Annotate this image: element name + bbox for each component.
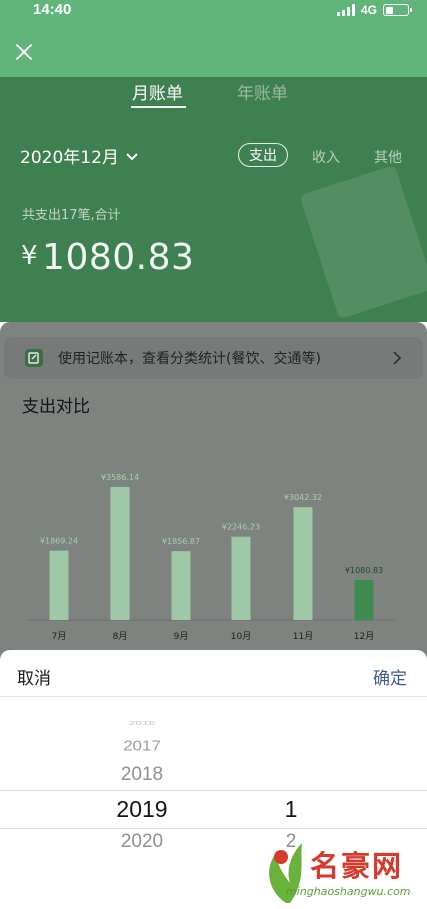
selection-indicator bbox=[0, 790, 427, 829]
battery-level bbox=[385, 6, 393, 14]
section-title: 支出对比 bbox=[22, 397, 90, 417]
tab-monthly-bill[interactable]: 月账单 bbox=[132, 79, 183, 104]
category-label: 8月 bbox=[113, 631, 128, 642]
expense-count-text: 共支出17笔,合计 bbox=[22, 208, 121, 223]
app-header bbox=[0, 20, 427, 77]
signal-icon bbox=[336, 4, 355, 16]
category-label: 7月 bbox=[52, 631, 67, 642]
status-indicators: 4G bbox=[336, 2, 412, 18]
network-label: 4G bbox=[360, 3, 377, 17]
category-label: 10月 bbox=[231, 631, 251, 642]
bar-value-label: ¥2246.23 bbox=[222, 523, 260, 532]
year-option[interactable]: 2017 bbox=[92, 738, 192, 755]
chevron-right-icon bbox=[393, 351, 402, 365]
total-amount: ¥1080.83 bbox=[21, 237, 194, 278]
bar-value-label: ¥3586.14 bbox=[101, 473, 139, 482]
status-time: 14:40 bbox=[33, 1, 72, 18]
notebook-banner[interactable]: 使用记账本，查看分类统计(餐饮、交通等) bbox=[4, 337, 423, 379]
year-option[interactable]: 2018 bbox=[92, 764, 192, 786]
category-label: 11月 bbox=[293, 631, 313, 642]
battery-icon bbox=[383, 4, 412, 16]
month-selector[interactable]: 2020年12月 bbox=[20, 143, 139, 168]
watermark-url: minghaoshangwu.com bbox=[286, 885, 411, 898]
total-value: 1080.83 bbox=[42, 237, 195, 278]
expense-comparison-chart: ¥1869.24 7月 ¥3586.14 8月 ¥1856.87 9月 ¥2246.23 10… bbox=[0, 452, 427, 652]
bar-8月[interactable] bbox=[110, 487, 130, 620]
watermark-text: 名豪网 bbox=[310, 849, 404, 883]
picker-toolbar: 取消 确定 bbox=[0, 650, 427, 697]
active-tab-indicator bbox=[131, 106, 186, 108]
bar-9月[interactable] bbox=[171, 551, 191, 620]
year-option[interactable]: 2016 bbox=[92, 720, 192, 726]
bar-12月[interactable] bbox=[354, 579, 374, 620]
status-bar: 14:40 4G bbox=[0, 0, 427, 20]
category-label: 9月 bbox=[174, 631, 189, 642]
chart-canvas: ¥1869.24 7月 ¥3586.14 8月 ¥1856.87 9月 ¥2246.23 10… bbox=[28, 473, 395, 642]
watermark: 名豪网 minghaoshangwu.com bbox=[256, 833, 427, 909]
selected-month: 2020年12月 bbox=[20, 148, 119, 168]
currency-symbol: ¥ bbox=[21, 241, 39, 271]
bar-7月[interactable] bbox=[49, 550, 69, 620]
filter-other[interactable]: 其他 bbox=[374, 147, 402, 167]
bar-value-label: ¥1080.83 bbox=[345, 566, 383, 575]
content-card: 使用记账本，查看分类统计(餐饮、交通等) 支出对比 ¥1869.24 7月 ¥358… bbox=[0, 322, 427, 662]
receipt-illustration bbox=[300, 167, 427, 318]
bar-value-label: ¥1856.87 bbox=[162, 537, 200, 546]
year-option[interactable]: 2020 bbox=[92, 831, 192, 853]
month-option-selected[interactable]: 1 bbox=[241, 796, 341, 823]
bar-value-label: ¥3042.32 bbox=[284, 493, 322, 502]
year-wheel[interactable]: 2016 2017 2018 2019 2020 bbox=[92, 698, 192, 909]
year-option-selected[interactable]: 2019 bbox=[92, 796, 192, 823]
bill-tabs: 月账单 年账单 bbox=[0, 77, 427, 113]
notebook-icon bbox=[25, 349, 43, 367]
bar-11月[interactable] bbox=[293, 507, 313, 620]
cancel-button[interactable]: 取消 bbox=[17, 664, 51, 689]
category-label: 12月 bbox=[354, 631, 374, 642]
chevron-down-icon bbox=[126, 152, 138, 160]
tab-yearly-bill[interactable]: 年账单 bbox=[237, 79, 288, 104]
summary-panel: 月账单 年账单 2020年12月 支出 收入 其他 共支出17笔,合计 ¥108… bbox=[0, 77, 427, 322]
notebook-banner-text: 使用记账本，查看分类统计(餐饮、交通等) bbox=[58, 351, 321, 367]
filter-income[interactable]: 收入 bbox=[312, 147, 340, 167]
filter-expense[interactable]: 支出 bbox=[238, 143, 288, 167]
close-icon[interactable] bbox=[14, 42, 34, 62]
confirm-button[interactable]: 确定 bbox=[373, 664, 407, 689]
bar-value-label: ¥1869.24 bbox=[40, 537, 78, 546]
bar-10月[interactable] bbox=[231, 536, 251, 620]
